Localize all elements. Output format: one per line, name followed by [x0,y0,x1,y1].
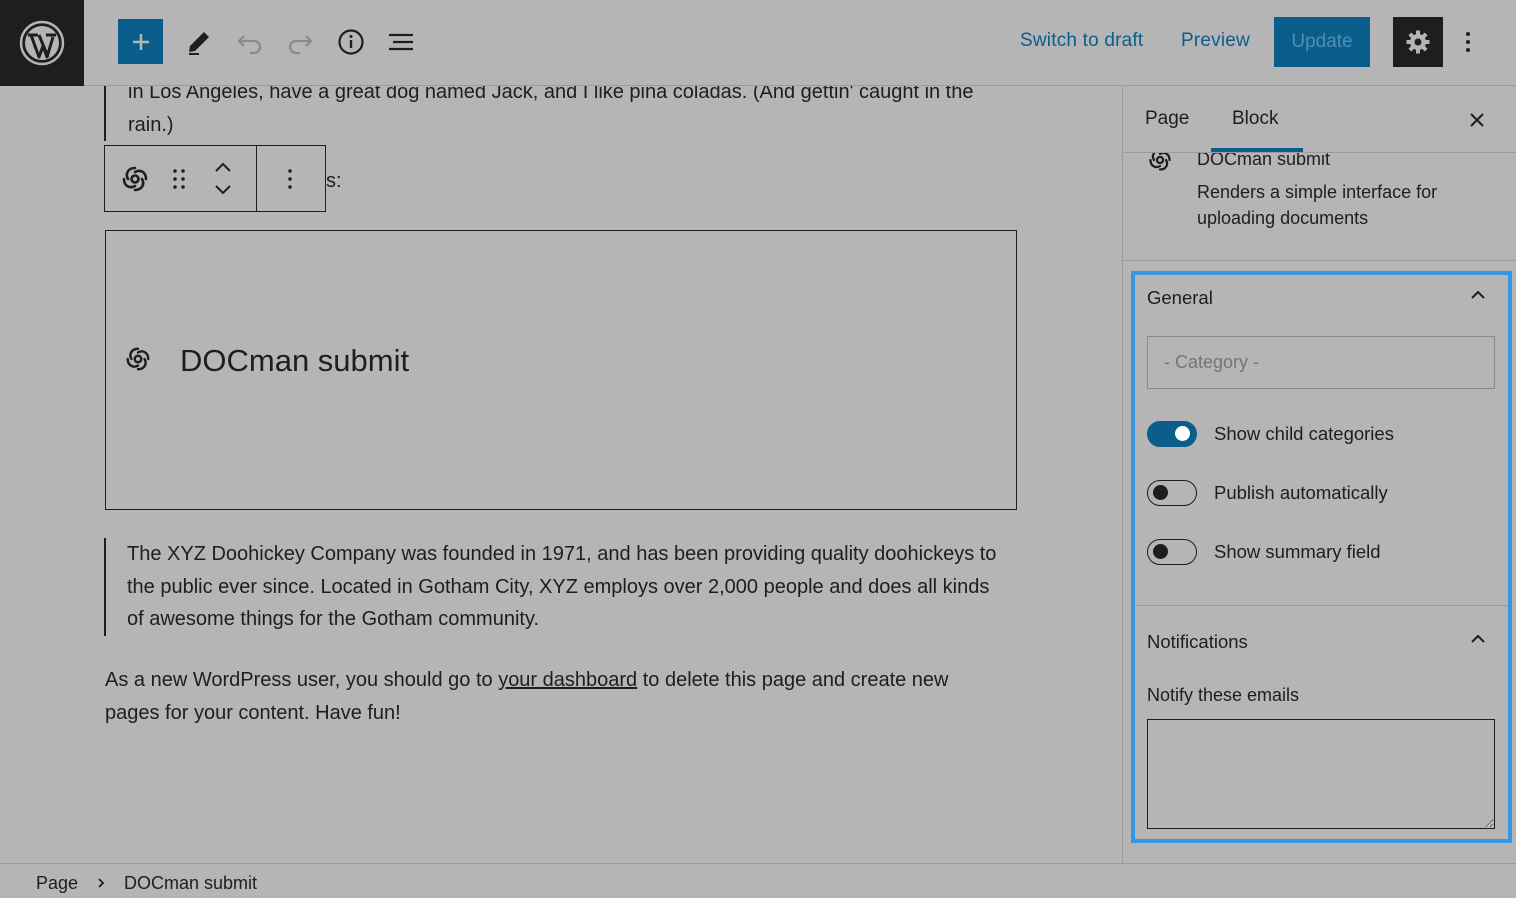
active-tab-indicator [1211,148,1303,152]
panel-divider [1135,605,1508,606]
publish-automatically-label: Publish automatically [1214,482,1388,503]
block-breadcrumb: Page DOCman submit [0,863,1516,898]
block-card: DOCman submit Renders a simple interface… [1123,153,1516,261]
show-summary-field-toggle[interactable] [1147,539,1197,565]
docman-block-icon [126,347,150,371]
details-button[interactable] [331,22,371,62]
paragraph-block[interactable]: As a new WordPress user, you should go t… [105,664,1005,729]
add-block-button[interactable] [118,19,163,64]
undo-icon [237,35,262,55]
show-child-categories-toggle[interactable] [1147,421,1197,447]
block-options-button[interactable] [257,146,325,211]
preview-button[interactable]: Preview [1181,30,1250,52]
move-down-icon[interactable] [213,183,233,197]
info-icon [338,29,364,55]
toggle-knob [1153,485,1168,500]
redo-icon [288,35,313,55]
update-button[interactable]: Update [1274,17,1370,67]
chevron-up-icon[interactable] [1469,633,1487,645]
move-up-icon[interactable] [213,160,233,174]
docman-block-icon[interactable] [120,164,150,194]
notifications-panel-title[interactable]: Notifications [1147,631,1248,653]
editor-canvas: in Los Angeles, have a great dog named J… [0,86,1122,863]
show-summary-field-label: Show summary field [1214,541,1381,562]
category-select[interactable] [1147,336,1495,389]
breadcrumb-page[interactable]: Page [36,873,78,894]
block-card-description: Renders a simple interface for uploading… [1197,182,1438,228]
chevron-right-icon [98,878,105,888]
quote-block-top[interactable]: in Los Angeles, have a great dog named J… [104,86,1024,141]
gear-icon [1406,30,1430,54]
options-button[interactable] [1456,24,1480,60]
list-view-icon [389,33,413,51]
docman-submit-block[interactable]: DOCman submit [105,230,1017,510]
toggle-knob [1153,544,1168,559]
plus-icon [132,33,149,50]
block-settings-panel: General Show child categories Publish au… [1131,271,1512,843]
quote-block[interactable]: The XYZ Doohickey Company was founded in… [104,538,1004,636]
editor-header: Switch to draft Preview Update [0,0,1516,86]
notify-emails-textarea[interactable] [1147,719,1495,829]
general-panel-title[interactable]: General [1147,287,1213,309]
docman-block-title: DOCman submit [180,343,410,378]
tab-block[interactable]: Block [1232,108,1278,130]
vertical-ellipsis-icon [288,169,292,189]
wordpress-logo-icon[interactable] [0,0,84,86]
close-icon [1470,113,1484,127]
block-toolbar-group [105,146,257,211]
tab-page[interactable]: Page [1145,108,1189,130]
chevron-up-icon[interactable] [1469,289,1487,301]
notify-emails-label: Notify these emails [1147,685,1300,705]
paragraph-text-before: As a new WordPress user, you should go t… [105,669,499,691]
switch-to-draft-button[interactable]: Switch to draft [1020,30,1143,52]
dashboard-link[interactable]: your dashboard [498,669,637,691]
pencil-icon [189,32,209,55]
vertical-ellipsis-icon [1466,32,1470,52]
show-child-categories-label: Show child categories [1214,423,1394,444]
toggle-knob [1175,426,1190,441]
block-toolbar [104,145,326,212]
block-card-name: DOCman submit [1197,153,1331,169]
docman-block-icon [1149,153,1171,171]
partial-paragraph-text: s: [326,170,342,192]
settings-sidebar: Page Block DOCman submit Renders a simpl… [1122,86,1516,863]
breadcrumb-block: DOCman submit [124,873,258,893]
list-view-button[interactable] [381,22,421,62]
settings-button[interactable] [1393,17,1443,67]
redo-button[interactable] [280,22,320,62]
undo-button[interactable] [230,22,270,62]
publish-automatically-toggle[interactable] [1147,480,1197,506]
close-sidebar-button[interactable] [1463,108,1491,132]
sidebar-tabs: Page Block [1123,86,1516,153]
drag-handle-icon[interactable] [172,167,186,191]
tools-button[interactable] [179,22,219,62]
